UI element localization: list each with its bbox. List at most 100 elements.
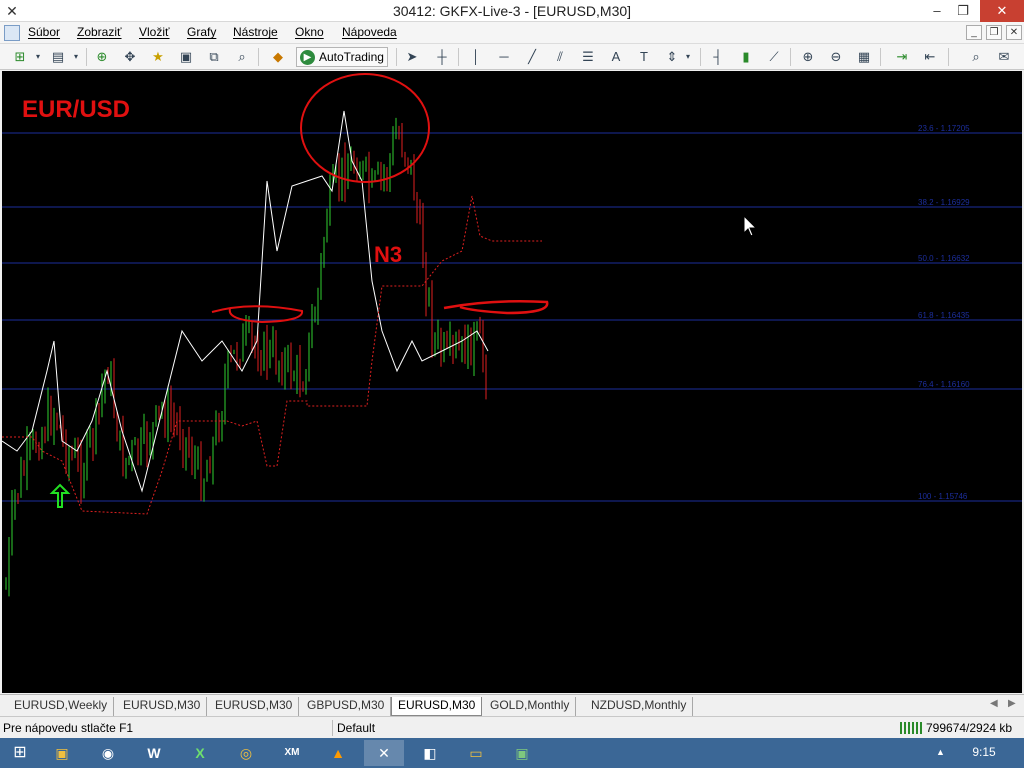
moving-average-line	[2, 110, 489, 493]
toolbar-separator	[396, 48, 397, 66]
tab-eurusd-m30[interactable]: EURUSD,M30	[209, 697, 300, 716]
tab-eurusd-weekly[interactable]: EURUSD,Weekly	[8, 697, 115, 716]
text-label-icon[interactable]: T	[634, 48, 654, 66]
menu-napoveda[interactable]: Nápoveda	[342, 25, 397, 39]
status-bar: Pre nápovedu stlačte F1 Default 799674/2…	[0, 716, 1024, 738]
text-icon[interactable]: A	[606, 48, 626, 66]
mdi-window-icon[interactable]	[4, 25, 20, 41]
chart-shift-icon[interactable]: ⇤	[920, 48, 940, 66]
toolbar: ⊞ ▾ ▤ ▾ ⊕ ✥ ★ ▣ ⧉ ⌕ ◆ ▶ AutoTrading ➤ ┼ …	[0, 44, 1024, 70]
candlestick-icon[interactable]: ▮	[736, 48, 756, 66]
menu-grafy[interactable]: Grafy	[187, 25, 216, 39]
help-status: Pre nápovedu stlačte F1	[3, 721, 134, 735]
restore-button[interactable]: ❐	[950, 0, 976, 22]
profiles-icon[interactable]: ▤	[48, 48, 68, 66]
trendline-icon[interactable]: ╱	[522, 48, 542, 66]
excel-icon[interactable]: X	[180, 740, 220, 766]
terminal-app-icon[interactable]: ◧	[410, 740, 450, 766]
zoom-window-icon[interactable]: ⌕	[232, 48, 252, 66]
metaeditor-icon[interactable]: ◆	[268, 48, 288, 66]
explorer-icon[interactable]: ▣	[42, 740, 82, 766]
favorites-icon[interactable]: ★	[148, 48, 168, 66]
mdi-close-icon[interactable]: ✕	[1006, 25, 1022, 40]
chart-area[interactable]: 23.6 - 1.17205 38.2 - 1.16929 50.0 - 1.166…	[2, 71, 1022, 693]
minimize-button[interactable]: –	[924, 0, 950, 22]
tester-icon[interactable]: ⧉	[204, 48, 224, 66]
tab-scroll-right-icon[interactable]: ▶	[1008, 698, 1016, 709]
tab-eurusd-m30-active[interactable]: EURUSD,M30	[391, 697, 483, 716]
dropdown-arrow-icon[interactable]: ▾	[678, 48, 698, 66]
search-icon[interactable]: ⌕	[966, 48, 986, 66]
toolbar-separator	[258, 48, 259, 66]
close-button[interactable]: ✕	[980, 0, 1024, 22]
terminal-icon[interactable]: ▣	[176, 48, 196, 66]
fib-level-label: 23.6 - 1.17205	[918, 124, 970, 133]
dropdown-arrow-icon[interactable]: ▾	[28, 48, 48, 66]
menu-okno[interactable]: Okno	[295, 25, 324, 39]
menu-zobrazit[interactable]: Zobraziť	[77, 25, 122, 39]
toolbar-separator	[458, 48, 459, 66]
toolbar-separator	[700, 48, 701, 66]
navigator-icon[interactable]: ✥	[120, 48, 140, 66]
toolbar-separator	[790, 48, 791, 66]
folder-icon[interactable]: ▭	[456, 740, 496, 766]
autoscroll-icon[interactable]: ⇥	[892, 48, 912, 66]
chart-tabs: EURUSD,Weekly EURUSD,M30 EURUSD,M30 GBPU…	[0, 694, 1024, 716]
chrome-icon[interactable]: ◎	[226, 740, 266, 766]
browser-icon[interactable]: ◉	[88, 740, 128, 766]
menu-nastroje[interactable]: Nástroje	[233, 25, 278, 39]
autotrading-icon: ▶	[300, 50, 315, 65]
new-chart-icon[interactable]: ⊞	[10, 48, 30, 66]
bar-chart-icon[interactable]: ┤	[708, 48, 728, 66]
tray-arrow-icon[interactable]: ▲	[936, 747, 945, 757]
zoom-in-icon[interactable]: ⊕	[798, 48, 818, 66]
tab-eurusd-m30[interactable]: EURUSD,M30	[117, 697, 208, 716]
fib-level-label: 38.2 - 1.16929	[918, 198, 970, 207]
chat-icon[interactable]: ✉	[994, 48, 1014, 66]
autotrading-button[interactable]: ▶ AutoTrading	[296, 47, 388, 67]
price-chart[interactable]: 23.6 - 1.17205 38.2 - 1.16929 50.0 - 1.166…	[2, 71, 1022, 693]
vertical-line-icon[interactable]: │	[466, 48, 486, 66]
metatrader-icon[interactable]: ✕	[364, 740, 404, 766]
word-icon[interactable]: W	[134, 740, 174, 766]
fibonacci-icon[interactable]: ☰	[578, 48, 598, 66]
profile-status: Default	[332, 720, 375, 736]
fib-level-label: 76.4 - 1.16160	[918, 380, 970, 389]
buy-arrow-icon	[49, 483, 71, 508]
title-bar: ✕ 30412: GKFX-Live-3 - [EURUSD,M30] – ❐ …	[0, 0, 1024, 22]
toolbar-separator	[880, 48, 881, 66]
zoom-out-icon[interactable]: ⊖	[826, 48, 846, 66]
tab-scroll-left-icon[interactable]: ◀	[990, 698, 998, 709]
vlc-icon[interactable]: ▲	[318, 740, 358, 766]
clock[interactable]: 9:15	[960, 745, 1008, 759]
connection-icon	[900, 722, 922, 734]
line-chart-icon[interactable]: ⟋	[764, 48, 784, 66]
traffic-status: 799674/2924 kb	[926, 721, 1013, 735]
circle-annotation	[300, 73, 430, 183]
tile-windows-icon[interactable]: ▦	[854, 48, 874, 66]
tab-gbpusd-m30[interactable]: GBPUSD,M30	[301, 697, 392, 716]
toolbar-separator	[948, 48, 949, 66]
menu-bar: Súbor Zobraziť Vložiť Grafy Nástroje Okn…	[0, 22, 1024, 44]
crosshair-icon[interactable]: ┼	[432, 48, 452, 66]
xm-icon[interactable]: XM	[272, 740, 312, 766]
mdi-restore-icon[interactable]: ❐	[986, 25, 1002, 40]
channel-icon[interactable]: ⫽	[550, 48, 570, 66]
tab-gold-monthly[interactable]: GOLD,Monthly	[484, 697, 577, 716]
cursor-icon[interactable]: ➤	[402, 48, 422, 66]
taskbar: ⊞ ▣ ◉ W X ◎ XM ▲ ✕ ◧ ▭ ▣ ▲ 9:15	[0, 738, 1024, 768]
menu-vlozit[interactable]: Vložiť	[139, 25, 170, 39]
symbol-annotation: EUR/USD	[22, 96, 130, 123]
candlesticks	[5, 117, 487, 597]
market-watch-icon[interactable]: ⊕	[92, 48, 112, 66]
menu-subor[interactable]: Súbor	[28, 25, 60, 39]
start-icon[interactable]: ⊞	[0, 740, 40, 766]
window-title: 30412: GKFX-Live-3 - [EURUSD,M30]	[392, 3, 632, 19]
dropdown-arrow-icon[interactable]: ▾	[66, 48, 86, 66]
horizontal-line-icon[interactable]: ─	[494, 48, 514, 66]
stop-dotted-line	[2, 195, 542, 515]
resistance-scribble	[443, 300, 549, 315]
mdi-minimize-icon[interactable]: _	[966, 25, 982, 40]
tab-nzdusd-monthly[interactable]: NZDUSD,Monthly	[585, 697, 694, 716]
app-icon[interactable]: ▣	[502, 740, 542, 766]
